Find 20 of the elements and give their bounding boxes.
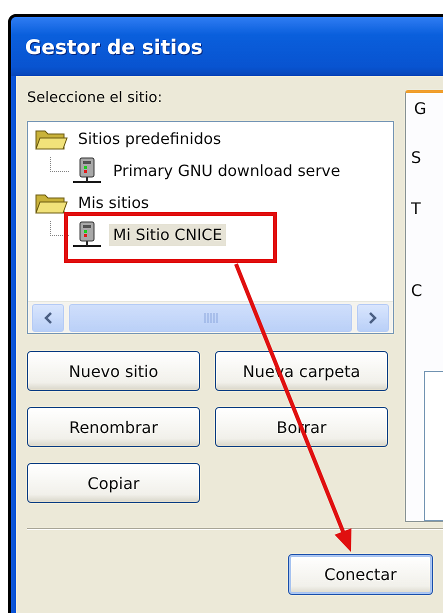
tree-item[interactable]: Sitios predefinidos [74,128,226,150]
scroll-thumb[interactable] [69,304,352,332]
horizontal-scrollbar[interactable] [28,301,393,333]
scroll-right-icon[interactable] [357,304,389,332]
field-label: S [411,148,422,169]
field-label: C [411,281,424,302]
action-button[interactable]: Nuevo sitio [27,351,200,391]
tree-item[interactable]: Primary GNU download serve [109,160,344,182]
scroll-left-icon[interactable] [32,304,64,332]
server-icon [71,157,103,185]
connect-button[interactable]: Conectar [288,554,433,595]
tree-item[interactable]: Mis sitios [74,192,154,214]
server-icon [71,221,103,249]
window-title: Gestor de sitios [11,17,443,76]
tree-item[interactable]: Mi Sitio CNICE [109,224,226,246]
action-button[interactable]: Copiar [27,463,200,503]
field-label: T [411,199,422,220]
site-label: Seleccione el sitio: [27,90,164,108]
settings-tab[interactable]: G [405,90,443,118]
action-button[interactable]: Renombrar [27,407,200,447]
